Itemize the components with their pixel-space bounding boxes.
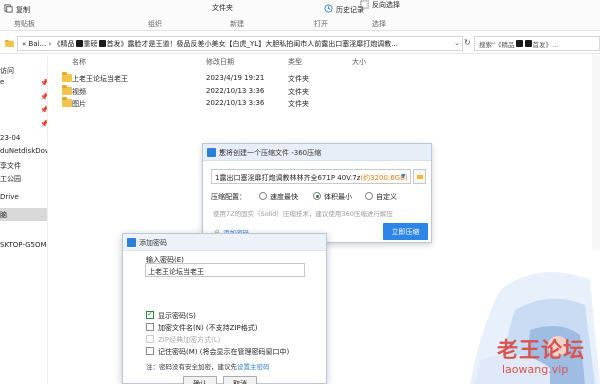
compress-dialog: 您将创建一个压缩文件 -360压缩 ✕ 1露出口塞淫靡打炮调教林林齐全671P … — [202, 143, 432, 243]
column-header-type[interactable]: 类型 — [288, 57, 302, 67]
column-header-date[interactable]: 修改日期 — [206, 57, 234, 67]
show-password-checkbox[interactable] — [146, 310, 154, 319]
address-bar: « Bai... › 《精品 重磅 首发》露脸才是王道！极品反差小美女【白虎_YL】… — [0, 32, 600, 54]
open-group-label: 打开 — [314, 20, 328, 28]
option-smallest-label: 体积最小 — [324, 193, 352, 201]
zip-classic-checkbox — [146, 335, 154, 343]
watermark-title: 老王论坛 — [497, 338, 585, 362]
path-back[interactable]: « — [22, 40, 26, 48]
start-compress-button[interactable]: 立即压缩 — [383, 223, 428, 240]
pin-icon: 📌 — [40, 106, 48, 114]
nav-item[interactable]: e — [0, 78, 4, 86]
nav-item[interactable]: SKTOP-G5OMD — [0, 241, 47, 249]
search-input[interactable]: 搜索"《精品 首发》... — [474, 36, 600, 51]
navigation-pane: 访问 e 📌 📌 📌 📌 23-04 duNetdiskDow 享文件 工公园 … — [0, 55, 48, 384]
close-icon[interactable]: ✕ — [219, 148, 426, 156]
archive-filename-field[interactable]: 1露出口塞淫靡打炮调教林林齐全671P 40V.7z(约3200.6GB) — [211, 169, 411, 184]
refresh-icon[interactable]: ↻ — [464, 38, 471, 47]
nav-item[interactable]: duNetdiskDow — [0, 147, 47, 155]
invert-select-icon — [360, 0, 369, 9]
password-input[interactable]: 上老王论坛当老王 — [145, 263, 305, 277]
compress-app-icon — [127, 238, 136, 247]
zip-classic-label: ZIP经典加密方式(L) — [158, 336, 221, 344]
dialog-titlebar[interactable]: 添加密码 — [123, 234, 326, 251]
search-placeholder: 搜索"《精品 — [479, 40, 515, 49]
nav-item[interactable]: 享文件 — [0, 161, 21, 171]
archive-filename: 1露出口塞淫靡打炮调教林林齐全671P 40V.7z — [215, 174, 361, 182]
nav-item[interactable]: 工公园 — [0, 174, 21, 184]
remember-password-label: 记住密码(M) (将会显示在管理密码窗口中) — [158, 348, 290, 356]
address-path[interactable]: « Bai... › 《精品 重磅 首发》露脸才是王道！极品反差小美女【白虎_YL】… — [17, 36, 463, 51]
nav-item[interactable]: Drive — [0, 193, 19, 201]
dropdown-arrow-icon[interactable]: ▼ — [401, 173, 406, 180]
radio-custom[interactable] — [365, 192, 373, 200]
dialog-titlebar[interactable]: 您将创建一个压缩文件 -360压缩 ✕ — [203, 144, 431, 161]
security-note-text: 注：密码没有安全加密，建议先 — [146, 363, 237, 371]
chevron-down-icon[interactable]: ⌄ — [454, 39, 460, 47]
file-row[interactable]: 图片 2022/10/13 3:36 文件夹 — [60, 97, 400, 110]
checkbox-emoji-icon — [524, 40, 532, 47]
option-custom-label: 自定义 — [376, 193, 397, 201]
remember-password-checkbox[interactable] — [146, 347, 154, 355]
invert-select-button[interactable]: 反向选择 — [372, 0, 400, 10]
nav-item[interactable]: 访问 — [0, 66, 14, 76]
config-label: 压缩配置： — [211, 193, 246, 201]
cancel-button[interactable]: 取消 — [223, 376, 257, 384]
new-folder-button[interactable]: 文件夹 — [212, 3, 233, 13]
compress-app-icon — [207, 148, 216, 157]
path-separator: › — [48, 39, 52, 48]
file-name: 图片 — [72, 100, 86, 108]
folder-icon — [62, 97, 72, 107]
path-segment: 首发》露脸才是王道！极品反差小美女【白虎_YL】大胆私拍闺市人前露出口塞淫靡打炮… — [106, 39, 398, 48]
checkbox-emoji-icon — [515, 40, 523, 47]
column-header-name[interactable]: 名称 — [72, 57, 86, 67]
checkbox-emoji-icon — [98, 40, 106, 47]
history-icon — [324, 4, 333, 13]
file-date: 2022/10/13 3:36 — [206, 99, 265, 107]
file-type: 文件夹 — [288, 88, 309, 96]
watermark-url: laowang.vip — [502, 363, 569, 376]
option-fastest-label: 速度最快 — [270, 193, 298, 201]
radio-smallest[interactable] — [313, 192, 321, 200]
path-segment: 《精品 — [53, 39, 75, 48]
folder-icon — [62, 85, 72, 95]
password-dialog: 添加密码 输入密码(E) 上老王论坛当老王 显示密码(S) 加密文件名(N) (… — [122, 233, 327, 384]
pin-icon: 📌 — [40, 93, 48, 101]
pin-icon: 📌 — [40, 120, 48, 128]
security-note: 注：密码没有安全加密，建议先设置主密码 — [146, 361, 270, 371]
file-name: 视频 — [72, 88, 86, 96]
file-date: 2023/4/19 19:21 — [206, 74, 265, 82]
pin-icon: 📌 — [40, 79, 48, 87]
new-group-label: 新建 — [230, 20, 244, 28]
encrypt-filenames-checkbox[interactable] — [146, 323, 154, 331]
encrypt-filenames-label: 加密文件名(N) (不支持ZIP格式) — [158, 324, 258, 332]
select-group-label: 选择 — [372, 20, 386, 28]
folder-icon — [62, 72, 72, 82]
clipboard-group-label: 剪贴板 — [14, 20, 35, 28]
ok-button[interactable]: 确认 — [183, 376, 217, 384]
file-row[interactable]: 上老王论坛当老王 2023/4/19 19:21 文件夹 — [60, 72, 400, 85]
checkbox-emoji-icon — [75, 40, 83, 47]
file-type: 文件夹 — [288, 100, 309, 108]
folder-icon — [5, 40, 14, 47]
copy-button[interactable]: 复制 — [16, 5, 30, 15]
browse-folder-button[interactable] — [413, 169, 426, 184]
nav-item-selected[interactable]: 脑 — [0, 208, 47, 221]
show-password-label: 显示密码(S) — [158, 312, 196, 320]
file-type: 文件夹 — [288, 75, 309, 83]
nav-item[interactable]: 23-04 — [0, 134, 20, 142]
radio-fastest[interactable] — [259, 192, 267, 200]
file-name: 上老王论坛当老王 — [72, 75, 128, 83]
dialog-title: 添加密码 — [139, 239, 167, 247]
organize-group-label: 组织 — [148, 20, 162, 28]
solid-compression-hint: 使用7Z的固实（Solid）压缩技术，建议使用360压缩进行解压 — [213, 210, 393, 218]
ribbon: 复制 剪贴板 组织 文件夹 新建 打开 历史记录 反向选择 选择 — [0, 0, 600, 31]
column-header-size[interactable]: 大小 — [352, 57, 366, 67]
path-root[interactable]: Bai... — [29, 40, 47, 48]
file-date: 2022/10/13 3:36 — [206, 87, 265, 95]
search-placeholder-end: 首发》... — [532, 40, 559, 49]
copy-icon — [4, 4, 13, 13]
set-master-password-link[interactable]: 设置主密码 — [237, 363, 270, 371]
path-segment: 重磅 — [83, 39, 98, 48]
